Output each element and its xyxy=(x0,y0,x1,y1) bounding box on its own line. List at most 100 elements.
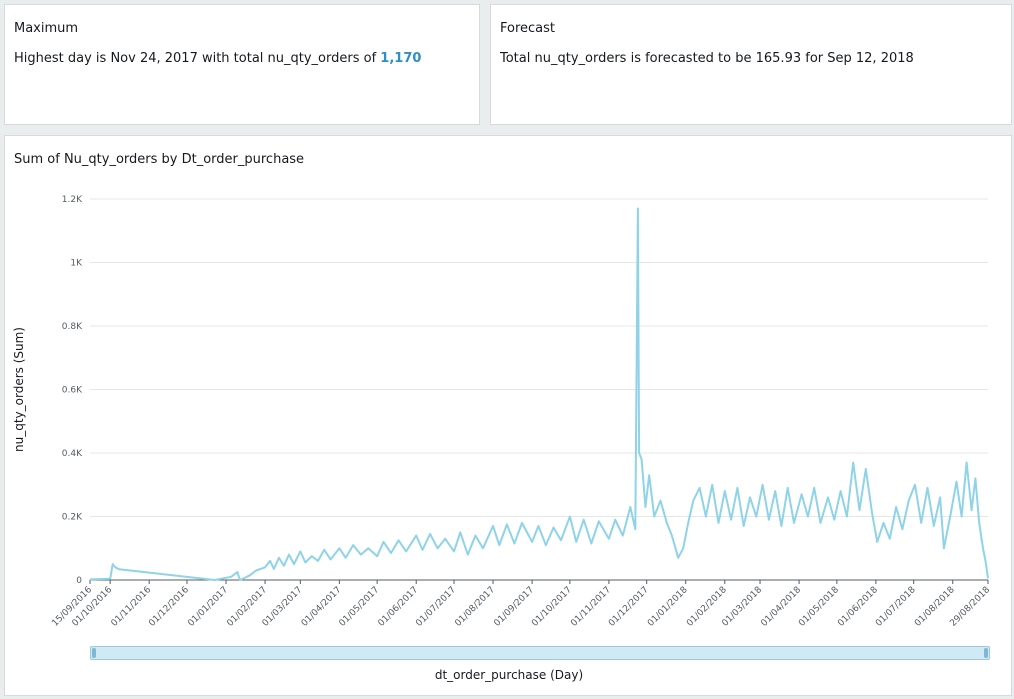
data-point[interactable] xyxy=(793,522,795,524)
data-point[interactable] xyxy=(311,555,313,557)
data-point[interactable] xyxy=(273,568,275,570)
data-point[interactable] xyxy=(614,519,616,521)
data-point[interactable] xyxy=(421,549,423,551)
data-point[interactable] xyxy=(774,490,776,492)
data-point[interactable] xyxy=(982,547,984,549)
data-point[interactable] xyxy=(330,558,332,560)
data-point[interactable] xyxy=(492,525,494,527)
data-point[interactable] xyxy=(283,565,285,567)
data-point[interactable] xyxy=(827,496,829,498)
data-point[interactable] xyxy=(648,474,650,476)
data-point[interactable] xyxy=(984,560,986,562)
data-point[interactable] xyxy=(398,539,400,541)
data-point[interactable] xyxy=(629,506,631,508)
data-point[interactable] xyxy=(901,528,903,530)
data-point[interactable] xyxy=(338,547,340,549)
data-point[interactable] xyxy=(846,516,848,518)
data-point[interactable] xyxy=(682,547,684,549)
data-point[interactable] xyxy=(269,560,271,562)
data-point[interactable] xyxy=(429,533,431,535)
data-point[interactable] xyxy=(598,520,600,522)
data-point[interactable] xyxy=(608,538,610,540)
data-point[interactable] xyxy=(939,496,941,498)
data-point[interactable] xyxy=(415,535,417,537)
data-point[interactable] xyxy=(882,522,884,524)
data-point[interactable] xyxy=(482,547,484,549)
data-point[interactable] xyxy=(699,487,701,489)
data-point[interactable] xyxy=(230,576,232,578)
data-point[interactable] xyxy=(376,555,378,557)
data-point[interactable] xyxy=(531,541,533,543)
data-point[interactable] xyxy=(583,519,585,521)
data-point[interactable] xyxy=(114,566,116,568)
data-point[interactable] xyxy=(249,574,251,576)
data-point[interactable] xyxy=(293,563,295,565)
data-point[interactable] xyxy=(288,554,290,556)
data-point[interactable] xyxy=(243,577,245,579)
data-point[interactable] xyxy=(390,552,392,554)
data-point[interactable] xyxy=(498,544,500,546)
data-point[interactable] xyxy=(352,544,354,546)
data-point[interactable] xyxy=(660,500,662,502)
data-point[interactable] xyxy=(513,542,515,544)
data-point[interactable] xyxy=(569,516,571,518)
data-point[interactable] xyxy=(304,562,306,564)
data-point[interactable] xyxy=(474,535,476,537)
data-point[interactable] xyxy=(736,487,738,489)
data-point[interactable] xyxy=(974,477,976,479)
scrollbar-left-handle[interactable] xyxy=(92,648,96,658)
data-point[interactable] xyxy=(109,578,111,580)
data-point[interactable] xyxy=(852,462,854,464)
data-point[interactable] xyxy=(730,519,732,521)
data-point[interactable] xyxy=(807,516,809,518)
data-point[interactable] xyxy=(780,525,782,527)
data-point[interactable] xyxy=(801,493,803,495)
data-point[interactable] xyxy=(506,523,508,525)
data-point[interactable] xyxy=(927,487,929,489)
data-point[interactable] xyxy=(671,535,673,537)
data-point[interactable] xyxy=(537,525,539,527)
data-point[interactable] xyxy=(762,484,764,486)
data-point[interactable] xyxy=(323,549,325,551)
data-point[interactable] xyxy=(345,557,347,559)
data-point[interactable] xyxy=(552,527,554,529)
data-point[interactable] xyxy=(677,557,679,559)
data-point[interactable] xyxy=(444,538,446,540)
data-point[interactable] xyxy=(264,566,266,568)
data-point[interactable] xyxy=(966,462,968,464)
data-point[interactable] xyxy=(813,487,815,489)
data-point[interactable] xyxy=(453,550,455,552)
data-point[interactable] xyxy=(956,481,958,483)
data-point[interactable] xyxy=(638,452,640,454)
data-point[interactable] xyxy=(889,538,891,540)
data-point[interactable] xyxy=(943,547,945,549)
data-point[interactable] xyxy=(833,519,835,521)
data-point[interactable] xyxy=(89,578,91,580)
data-point[interactable] xyxy=(865,468,867,470)
data-point[interactable] xyxy=(692,500,694,502)
data-point[interactable] xyxy=(239,579,241,581)
data-point[interactable] xyxy=(895,506,897,508)
data-point[interactable] xyxy=(317,560,319,562)
data-point[interactable] xyxy=(644,506,646,508)
data-point[interactable] xyxy=(749,496,751,498)
data-point[interactable] xyxy=(545,544,547,546)
data-point[interactable] xyxy=(560,539,562,541)
data-point[interactable] xyxy=(961,516,963,518)
data-point[interactable] xyxy=(705,516,707,518)
data-point[interactable] xyxy=(214,579,216,581)
data-point[interactable] xyxy=(590,542,592,544)
data-point[interactable] xyxy=(299,550,301,552)
data-point[interactable] xyxy=(255,569,257,571)
data-point[interactable] xyxy=(920,522,922,524)
data-point[interactable] xyxy=(787,487,789,489)
data-point[interactable] xyxy=(978,522,980,524)
data-point[interactable] xyxy=(467,554,469,556)
data-point[interactable] xyxy=(437,547,439,549)
data-point[interactable] xyxy=(717,522,719,524)
data-point[interactable] xyxy=(743,525,745,527)
data-point[interactable] xyxy=(711,484,713,486)
series-line[interactable] xyxy=(89,207,989,581)
data-point[interactable] xyxy=(637,208,639,210)
data-point[interactable] xyxy=(367,547,369,549)
